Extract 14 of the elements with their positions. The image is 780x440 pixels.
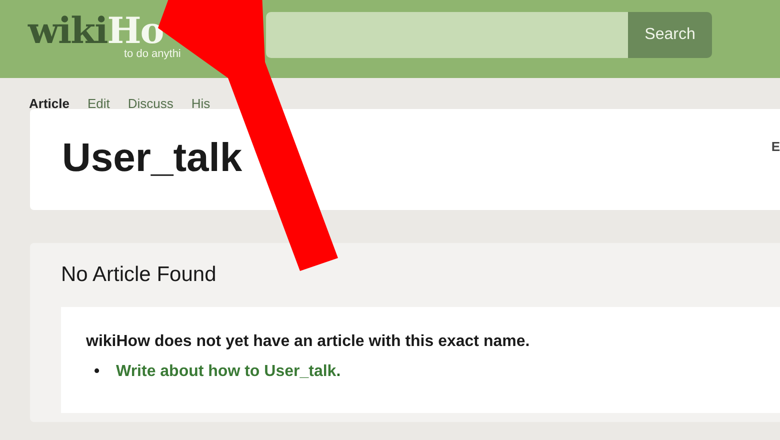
search-button[interactable]: Search xyxy=(628,12,712,58)
page-title: User_talk xyxy=(62,136,242,181)
search-field[interactable] xyxy=(266,12,628,58)
nav-tab[interactable]: His xyxy=(191,96,210,109)
logo-tagline: to do anythi xyxy=(124,48,182,60)
header-link[interactable]: E xyxy=(771,139,780,154)
nav-tab[interactable]: Edit xyxy=(87,96,110,109)
punctuation: . xyxy=(336,363,341,381)
notice-message: wikiHow does not yet have an article with this exact name. xyxy=(86,333,531,351)
notice-heading: No Article Found xyxy=(61,263,218,287)
create-article-link[interactable]: Write about how to User_talk xyxy=(116,363,336,381)
nav-tab[interactable]: Article xyxy=(29,96,70,109)
bullet: • xyxy=(94,363,101,381)
nav-tab[interactable]: Discuss xyxy=(128,96,174,109)
